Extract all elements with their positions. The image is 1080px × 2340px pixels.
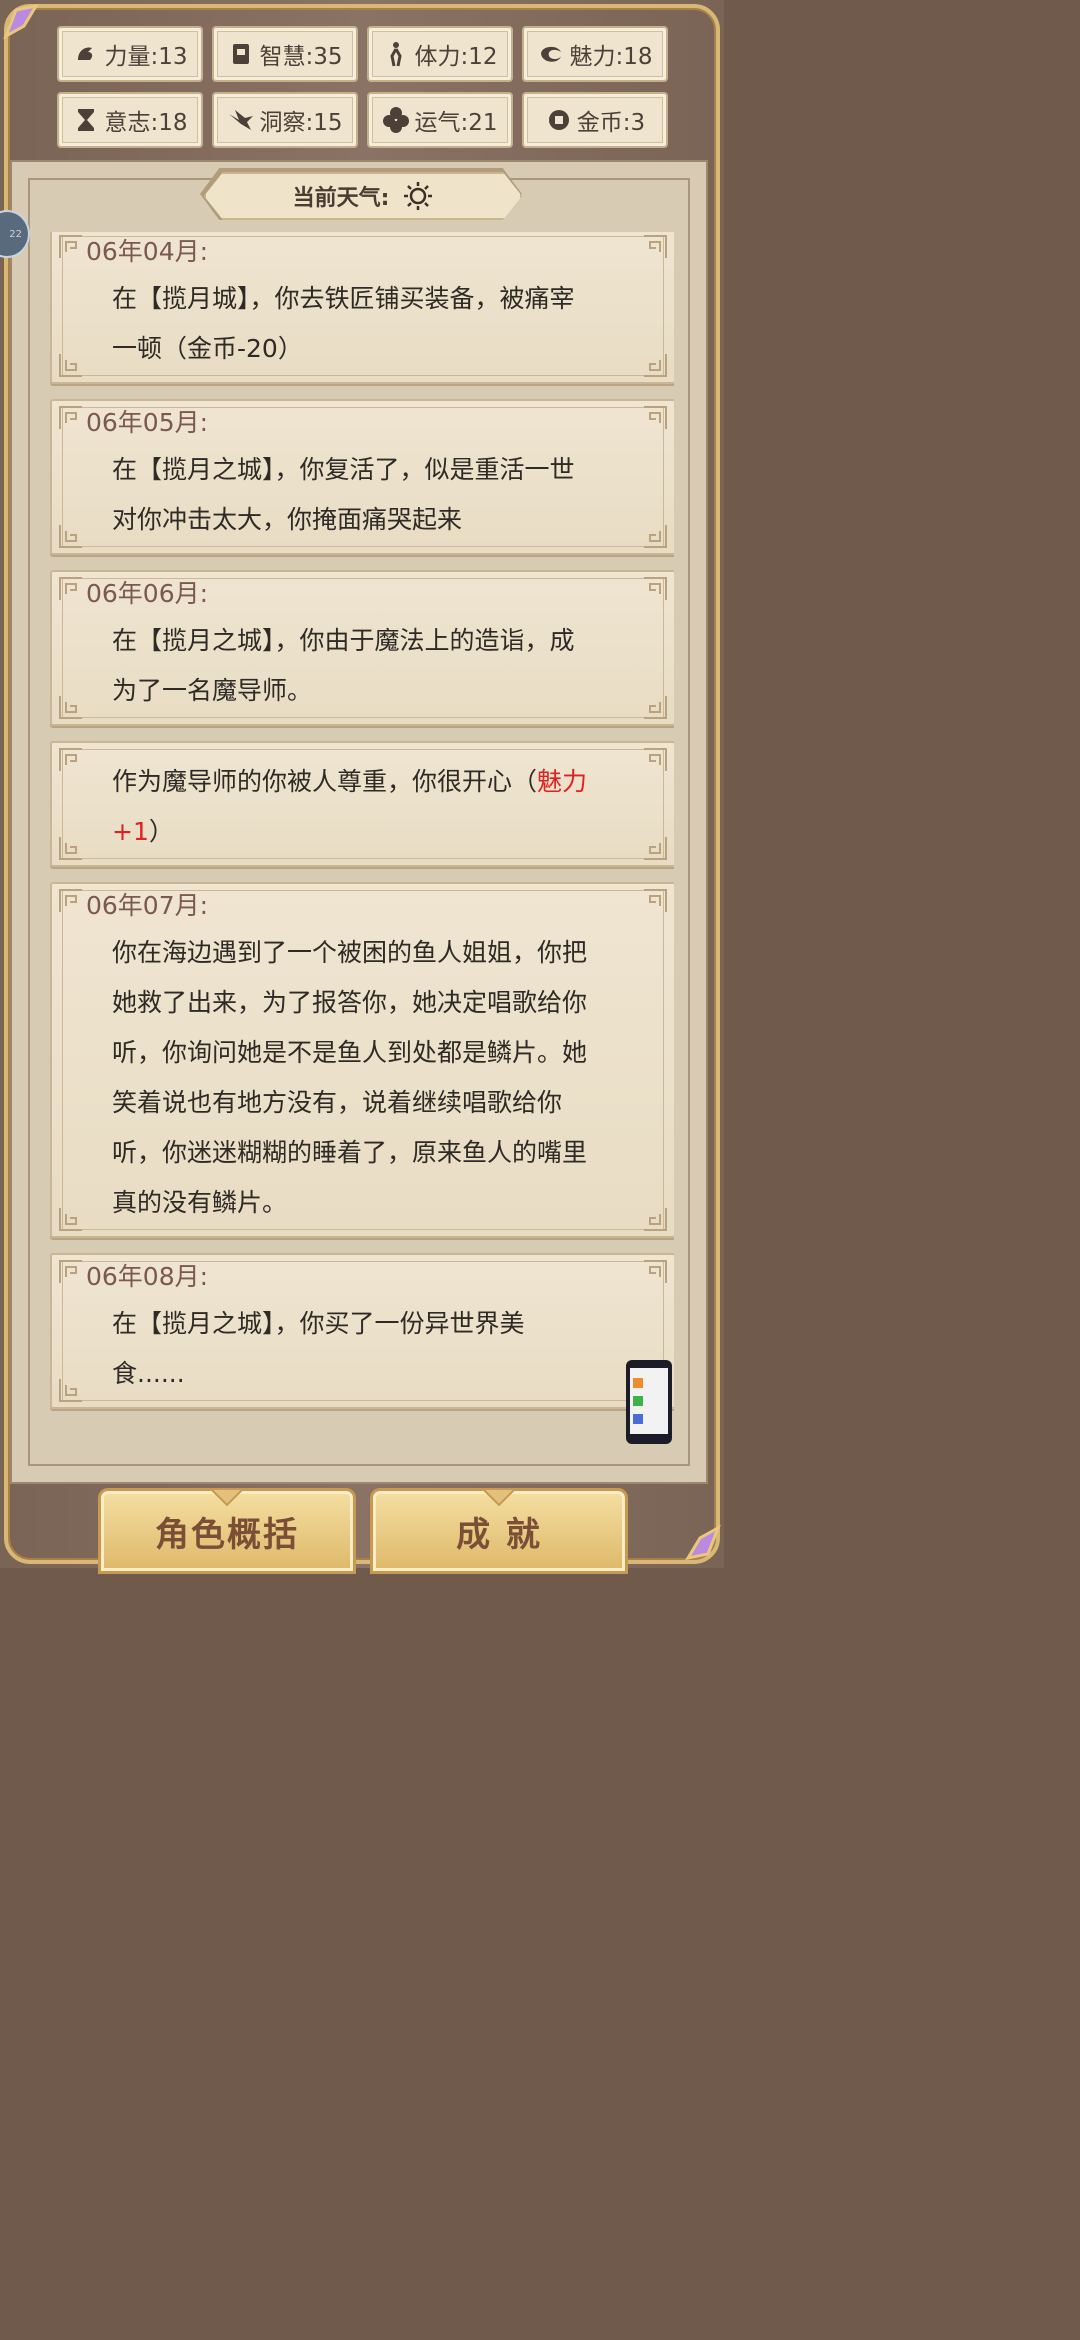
event-date: 06年07月: [86,891,209,920]
event-list[interactable]: 06年04月: 在【揽月城】，你去铁匠铺买装备，被痛宰一顿（金币-20） 06年… [50,232,674,1450]
running-figure-icon [390,42,403,67]
event-text: 作为魔导师的你被人尊重，你很开心（魅力+1） [112,767,588,846]
event-text: 在【揽月之城】，你复活了，似是重活一世对你冲击太大，你掩面痛哭起来 [112,455,575,534]
stat-label: 智慧:35 [259,44,343,70]
chevron-down-icon [209,1489,245,1507]
stat-gold: 金币:3 [522,92,668,148]
gem-ornament-icon [684,1524,721,1561]
stat-stamina: 体力:12 [367,26,513,82]
chevron-down-icon [481,1489,517,1507]
stat-charm: 魅力:18 [522,26,668,82]
stat-luck: 运气:21 [367,92,513,148]
character-summary-label: 角色概括 [155,1514,299,1555]
stat-will: 意志:18 [57,92,203,148]
event-date: 06年08月: [86,1262,209,1291]
event-text: 你在海边遇到了一个被困的鱼人姐姐，你把她救了出来，为了报答你，她决定唱歌给你听，… [112,938,588,1217]
hourglass-icon [78,109,95,131]
event-text: 在【揽月之城】，你由于魔法上的造诣，成为了一名魔导师。 [112,626,575,705]
event-card: 06年08月: 在【揽月之城】，你买了一份异世界美食...... [50,1253,674,1409]
sun-icon [404,182,433,210]
event-date: 06年04月: [86,237,209,266]
stat-label: 力量:13 [104,44,188,70]
stat-label: 运气:21 [414,110,498,136]
achievements-button[interactable]: 成 就 [370,1488,628,1574]
event-card: 06年06月: 在【揽月之城】，你由于魔法上的造诣，成为了一名魔导师。 [50,570,674,726]
event-card: 06年07月: 你在海边遇到了一个被困的鱼人姐姐，你把她救了出来，为了报答你，她… [50,882,674,1238]
weather-label: 当前天气: [292,186,390,211]
eagle-icon [229,110,254,130]
achievements-label: 成 就 [456,1514,542,1555]
event-text: 在【揽月之城】，你买了一份异世界美食...... [112,1309,525,1388]
stat-strength: 力量:13 [57,26,203,82]
gem-ornament-icon [3,3,40,40]
stat-label: 意志:18 [104,110,188,136]
floating-phone-widget[interactable] [626,1360,672,1444]
coin-icon [548,110,569,130]
event-date: 06年06月: [86,579,209,608]
character-summary-button[interactable]: 角色概括 [98,1488,356,1574]
charm-icon [541,46,562,62]
stat-wisdom: 智慧:35 [212,26,358,82]
stat-label: 魅力:18 [569,44,653,70]
event-card: 06年04月: 在【揽月城】，你去铁匠铺买装备，被痛宰一顿（金币-20） [50,232,674,384]
event-text: 在【揽月城】，你去铁匠铺买装备，被痛宰一顿（金币-20） [112,284,575,363]
stat-label: 金币:3 [576,110,646,136]
clover-icon [383,107,410,133]
arm-icon [78,47,93,60]
stat-label: 洞察:15 [259,110,343,136]
book-icon [233,44,250,64]
event-date: 06年05月: [86,408,209,437]
stat-insight: 洞察:15 [212,92,358,148]
event-card: 06年05月: 在【揽月之城】，你复活了，似是重活一世对你冲击太大，你掩面痛哭起… [50,399,674,555]
phone-screen [630,1368,668,1434]
event-card: 作为魔导师的你被人尊重，你很开心（魅力+1） [50,741,674,867]
side-bubble-label: 22 [9,228,22,240]
stat-label: 体力:12 [414,44,498,70]
weather-banner: 当前天气: [204,172,522,220]
